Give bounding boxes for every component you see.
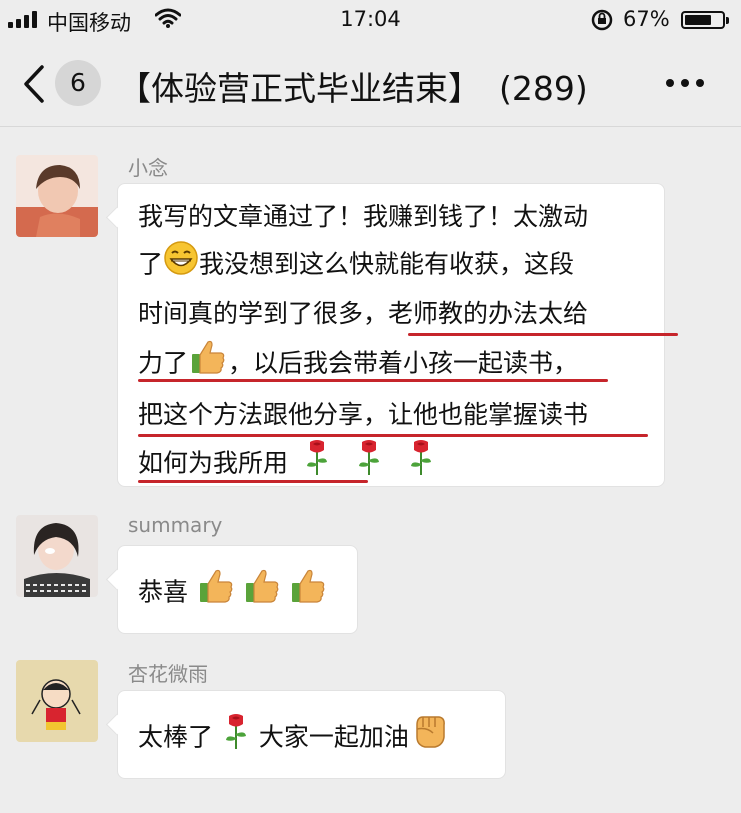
message-text: 我没想到这么快就能有收获，这段 (199, 249, 575, 279)
thumbs-up-emoji-icon (196, 566, 236, 621)
rotation-lock-icon (590, 8, 614, 37)
message-text: 大家一起加油 (258, 722, 409, 752)
fist-emoji-icon (409, 711, 449, 766)
message-line: 如何为我所用 (138, 438, 644, 491)
rose-emoji-icon (302, 438, 332, 491)
red-underline (138, 379, 608, 382)
thumbs-up-emoji-icon (288, 566, 328, 621)
message-item: 小念 我写的文章通过了！我赚到钱了！太激动 了 我没想到这么快就能有收获，这段 时… (0, 150, 741, 495)
unread-count-badge[interactable]: 6 (55, 60, 101, 106)
red-underline (138, 480, 368, 483)
rose-emoji-icon (221, 712, 251, 765)
avatar[interactable] (16, 660, 98, 742)
message-line: 把这个方法跟他分享，让他也能掌握读书 (138, 392, 648, 438)
sender-name: summary (128, 513, 223, 537)
battery-percent: 67% (623, 7, 670, 31)
message-line: 了 我没想到这么快就能有收获，这段 (138, 240, 644, 291)
chat-header: 6 【体验营正式毕业结束】 (289) (0, 40, 741, 127)
chat-title: 【体验营正式毕业结束】 (289) (118, 62, 588, 110)
message-line: 力了 ，以后我会带着小孩一起读书， (138, 337, 644, 392)
message-bubble[interactable]: 太棒了 大家一起加油 (117, 690, 506, 779)
member-count: (289) (499, 69, 588, 108)
rose-emoji-icon (354, 438, 384, 491)
avatar[interactable] (16, 155, 98, 237)
sender-name: 小念 (128, 156, 168, 180)
sender-name: 杏花微雨 (128, 662, 208, 686)
message-text: 我写的文章通过了！我赚到钱了！太激动 (138, 202, 589, 231)
message-bubble[interactable]: 恭喜 (117, 545, 358, 634)
thumbs-up-emoji-icon (188, 337, 228, 392)
highlighted-text: 把这个方法跟他分享，让他也能掌握读书 (138, 400, 589, 429)
message-item: 杏花微雨 太棒了 大家一起加油 (0, 657, 741, 787)
message-text: 时间真的学到了很多， (138, 299, 389, 328)
message-bubble[interactable]: 我写的文章通过了！我赚到钱了！太激动 了 我没想到这么快就能有收获，这段 时间真的… (117, 183, 678, 487)
battery-icon (681, 11, 729, 29)
highlighted-text: ，以后我会带着小孩一起读书， (228, 348, 579, 378)
message-text: 了 (138, 249, 164, 279)
message-line: 恭喜 (138, 566, 337, 621)
avatar[interactable] (16, 515, 98, 597)
message-text: 太棒了 (138, 722, 214, 752)
highlighted-text: 老师教的办法太给 (388, 299, 589, 328)
message-item: summary 恭喜 (0, 512, 741, 637)
status-bar: 中国移动 17:04 67% (0, 0, 741, 40)
grin-emoji-icon (163, 240, 199, 291)
more-dots-icon (666, 79, 704, 87)
back-button[interactable] (20, 64, 50, 104)
rose-emoji-icon (406, 438, 436, 491)
highlighted-text: 如何为我所用 (138, 448, 289, 478)
message-line: 太棒了 大家一起加油 (138, 711, 485, 766)
message-line: 时间真的学到了很多，老师教的办法太给 (138, 291, 678, 337)
red-underline (138, 434, 648, 437)
more-options-button[interactable] (660, 68, 710, 98)
chevron-left-icon (24, 65, 44, 103)
message-line: 我写的文章通过了！我赚到钱了！太激动 (138, 194, 644, 240)
highlighted-text: 力了 (138, 348, 189, 378)
message-text: 恭喜 (138, 577, 189, 607)
group-name: 【体验营正式毕业结束】 (118, 69, 481, 108)
red-underline (408, 333, 678, 336)
thumbs-up-emoji-icon (242, 566, 282, 621)
